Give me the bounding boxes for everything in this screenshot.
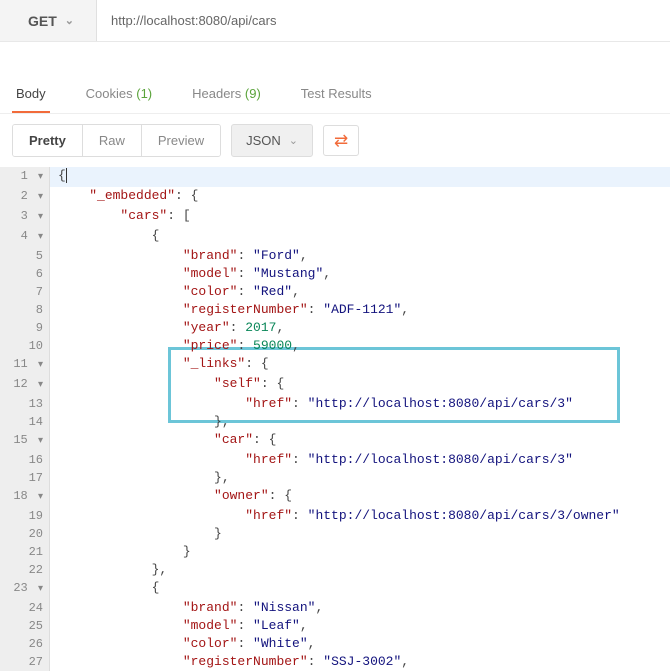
- response-body[interactable]: 1 ▾{ 2 ▾ "_embedded": { 3 ▾ "cars": [ 4 …: [0, 167, 670, 671]
- wrap-lines-button[interactable]: ⇄: [323, 125, 359, 156]
- tab-test-results[interactable]: Test Results: [297, 76, 376, 113]
- tab-cookies[interactable]: Cookies (1): [82, 76, 156, 113]
- url-input[interactable]: [97, 0, 670, 41]
- format-select[interactable]: JSON ⌄: [231, 124, 313, 157]
- view-raw-button[interactable]: Raw: [83, 125, 142, 156]
- chevron-down-icon: ⌄: [289, 134, 298, 147]
- view-controls: Pretty Raw Preview JSON ⌄ ⇄: [0, 114, 670, 167]
- request-toolbar: GET ⌄: [0, 0, 670, 42]
- view-pretty-button[interactable]: Pretty: [13, 125, 83, 156]
- http-method-select[interactable]: GET ⌄: [0, 0, 97, 41]
- headers-count-badge: (9): [245, 86, 261, 101]
- chevron-down-icon: ⌄: [65, 14, 74, 27]
- cookies-count-badge: (1): [136, 86, 152, 101]
- tab-headers[interactable]: Headers (9): [188, 76, 265, 113]
- http-method-label: GET: [28, 13, 57, 29]
- response-tabs: Body Cookies (1) Headers (9) Test Result…: [0, 76, 670, 114]
- tab-body[interactable]: Body: [12, 76, 50, 113]
- wrap-icon: ⇄: [334, 131, 348, 150]
- view-mode-group: Pretty Raw Preview: [12, 124, 221, 157]
- view-preview-button[interactable]: Preview: [142, 125, 220, 156]
